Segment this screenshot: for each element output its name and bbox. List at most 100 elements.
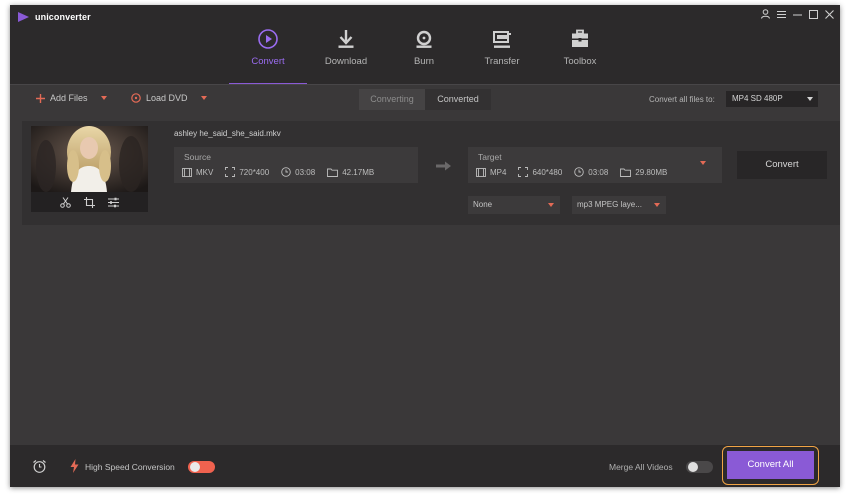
clock-icon — [574, 167, 585, 177]
add-files-label: Add Files — [50, 93, 88, 103]
minimize-icon[interactable] — [793, 10, 802, 22]
target-header: Target — [478, 152, 502, 162]
app-title: uniconverter — [35, 12, 91, 22]
user-icon[interactable] — [761, 9, 770, 22]
toolbox-icon — [572, 29, 588, 47]
source-size-value: 42.17MB — [342, 167, 375, 177]
thumbnail-tools — [31, 193, 148, 212]
film-icon — [182, 167, 192, 177]
title-bar: uniconverter Convert Download Burn Trans… — [10, 5, 840, 85]
file-item: ashley he_said_she_said.mkv Source MKV 7… — [22, 121, 840, 225]
chevron-down-icon — [807, 97, 813, 101]
target-details: MP4 640*480 03:08 29.80MB — [476, 167, 667, 177]
app-logo: uniconverter — [18, 12, 91, 22]
source-duration: 03:08 — [281, 167, 315, 177]
transfer-icon — [493, 31, 511, 48]
chevron-down-icon — [548, 203, 554, 207]
load-dvd-label: Load DVD — [146, 93, 188, 103]
chevron-down-icon — [654, 203, 660, 207]
chevron-down-icon[interactable] — [200, 96, 207, 100]
toggle-knob — [190, 462, 200, 472]
nav-divider — [10, 84, 840, 85]
main-nav: Convert Download Burn Transfer Toolbox — [229, 25, 619, 85]
chevron-down-icon[interactable] — [100, 96, 107, 100]
arrow-right-icon — [436, 161, 451, 171]
maximize-icon[interactable] — [809, 9, 818, 22]
film-icon — [476, 167, 486, 177]
tab-convert[interactable]: Convert — [229, 25, 307, 85]
target-resolution: 640*480 — [518, 167, 562, 177]
crop-icon[interactable] — [83, 197, 95, 208]
video-thumbnail[interactable] — [31, 126, 148, 212]
target-duration: 03:08 — [574, 167, 608, 177]
target-format-value: MP4 — [490, 167, 507, 177]
tab-converting[interactable]: Converting — [359, 89, 425, 110]
output-format-value: MP4 SD 480P — [732, 94, 783, 103]
logo-icon — [18, 12, 29, 22]
menu-icon[interactable] — [777, 10, 786, 22]
high-speed-toggle[interactable] — [188, 461, 215, 473]
folder-icon — [327, 168, 339, 177]
output-format-select[interactable]: MP4 SD 480P — [726, 91, 818, 107]
subtitle-select[interactable]: None — [468, 196, 560, 214]
status-tabs: Converting Converted — [359, 89, 491, 110]
tab-convert-label: Convert — [251, 56, 285, 67]
window-controls — [761, 9, 834, 22]
merge-label: Merge All Videos — [609, 462, 673, 472]
target-duration-value: 03:08 — [588, 167, 609, 177]
tab-transfer-label: Transfer — [484, 56, 520, 67]
tab-transfer[interactable]: Transfer — [463, 25, 541, 85]
subtitle-select-value: None — [473, 200, 493, 209]
source-header: Source — [184, 152, 211, 162]
load-dvd-button[interactable]: Load DVD — [131, 93, 207, 103]
add-files-button[interactable]: Add Files — [36, 93, 107, 103]
bottom-bar: High Speed Conversion Merge All Videos C… — [10, 445, 840, 487]
source-size: 42.17MB — [327, 168, 374, 177]
source-resolution: 720*400 — [225, 167, 269, 177]
resolution-icon — [518, 167, 529, 177]
merge-toggle[interactable] — [686, 461, 713, 473]
convert-button[interactable]: Convert — [737, 151, 827, 179]
source-info: Source MKV 720*400 03:08 42.17MB — [174, 147, 418, 183]
target-info[interactable]: Target MP4 640*480 03:08 29.80MB — [468, 147, 722, 183]
audio-select-value: mp3 MPEG laye... — [577, 200, 642, 209]
toolbar: Add Files Load DVD Converting Converted … — [10, 87, 840, 112]
chevron-down-icon — [700, 161, 706, 165]
download-icon — [338, 30, 354, 48]
tab-burn-label: Burn — [413, 56, 435, 67]
convert-icon — [258, 29, 278, 49]
lightning-icon — [70, 459, 79, 473]
file-name: ashley he_said_she_said.mkv — [174, 129, 281, 138]
burn-icon — [416, 30, 432, 48]
target-resolution-value: 640*480 — [532, 167, 563, 177]
resolution-icon — [225, 167, 236, 177]
effects-icon[interactable] — [108, 197, 120, 208]
source-format-value: MKV — [196, 167, 214, 177]
target-format: MP4 — [476, 168, 506, 177]
source-duration-value: 03:08 — [295, 167, 316, 177]
folder-icon — [620, 168, 632, 177]
source-details: MKV 720*400 03:08 42.17MB — [182, 167, 374, 177]
alarm-clock-icon[interactable] — [32, 459, 47, 474]
app-window: uniconverter Convert Download Burn Trans… — [10, 5, 840, 487]
tab-download[interactable]: Download — [307, 25, 385, 85]
tab-converted[interactable]: Converted — [425, 89, 491, 110]
plus-icon — [36, 93, 45, 103]
close-icon[interactable] — [825, 9, 834, 22]
target-size-value: 29.80MB — [635, 167, 668, 177]
trim-icon[interactable] — [59, 197, 71, 208]
tab-burn[interactable]: Burn — [385, 25, 463, 85]
source-format: MKV — [182, 168, 213, 177]
audio-select[interactable]: mp3 MPEG laye... — [572, 196, 666, 214]
tab-download-label: Download — [324, 56, 368, 67]
thumbnail-image — [31, 126, 148, 192]
target-size: 29.80MB — [620, 168, 667, 177]
high-speed-label: High Speed Conversion — [85, 462, 175, 472]
tab-toolbox-label: Toolbox — [563, 56, 597, 67]
dvd-icon — [131, 93, 141, 103]
toggle-knob — [688, 462, 698, 472]
convert-all-button[interactable]: Convert All — [727, 451, 814, 479]
tab-toolbox[interactable]: Toolbox — [541, 25, 619, 85]
target-format-dropdown[interactable] — [694, 154, 712, 172]
convert-all-to-label: Convert all files to: — [649, 95, 715, 104]
